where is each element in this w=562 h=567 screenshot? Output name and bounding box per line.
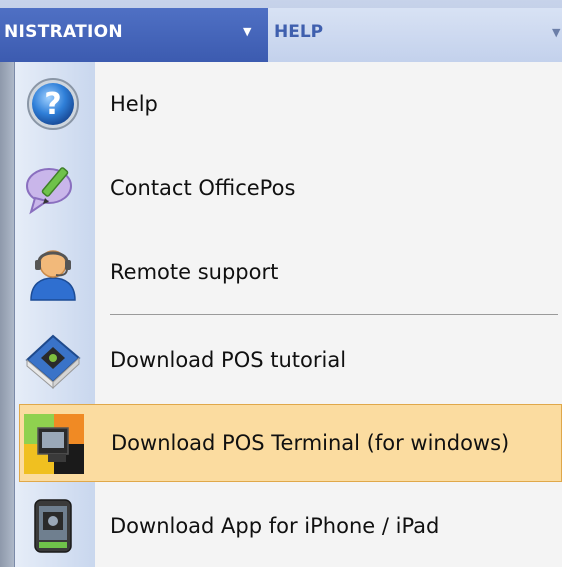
menu-administration[interactable]: NISTRATION ▼ [0,8,268,62]
menu-item-download-terminal-label: Download POS Terminal (for windows) [111,431,510,455]
chevron-down-icon: ▼ [552,26,561,39]
menu-item-contact[interactable]: Contact OfficePos [15,148,562,228]
menu-item-remote-support[interactable]: Remote support [15,232,562,312]
contact-speech-icon [23,158,83,218]
phone-app-icon [23,496,83,556]
menu-help-label: HELP [274,22,324,42]
menu-separator [110,314,558,315]
menu-item-download-app-label: Download App for iPhone / iPad [110,514,440,538]
menu-bar: NISTRATION ▼ HELP ▼ [0,0,562,62]
help-dropdown-menu: ? Help Contact OfficePos Remote support … [14,62,562,567]
menu-help[interactable]: HELP ▼ [268,8,562,62]
menu-administration-label: NISTRATION [4,22,123,42]
menu-item-download-tutorial[interactable]: Download POS tutorial [15,320,562,400]
menu-item-contact-label: Contact OfficePos [110,176,296,200]
menu-item-help[interactable]: ? Help [15,64,562,144]
svg-text:?: ? [44,87,61,122]
app-window: NISTRATION ▼ HELP ▼ ? Help Contact Offic… [0,0,562,567]
help-icon: ? [23,74,83,134]
menu-item-download-terminal[interactable]: Download POS Terminal (for windows) [19,404,562,482]
menu-item-help-label: Help [110,92,158,116]
menu-item-remote-support-label: Remote support [110,260,279,284]
background-app-area [0,62,14,567]
chevron-down-icon: ▼ [243,25,252,38]
book-icon [23,330,83,390]
menu-item-download-app[interactable]: Download App for iPhone / iPad [15,486,562,566]
headset-user-icon [23,242,83,302]
pos-terminal-icon [24,414,84,474]
menu-item-download-tutorial-label: Download POS tutorial [110,348,347,372]
